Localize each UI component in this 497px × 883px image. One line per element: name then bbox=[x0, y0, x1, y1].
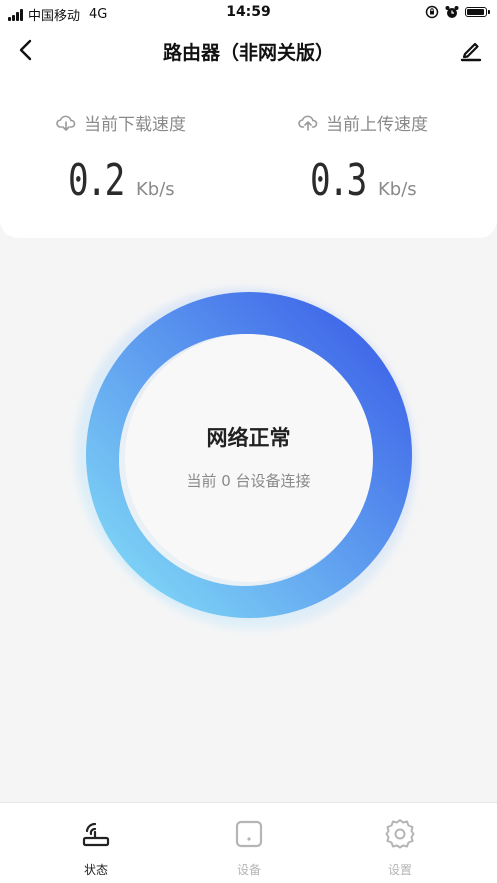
cloud-upload-icon bbox=[298, 115, 318, 131]
header-card: 路由器（非网关版） 当前下载速度 0.2 Kb/s 当前上传速度 0.3 Kb/… bbox=[0, 26, 497, 238]
network-status-area: 网络正常 当前 0 台设备连接 bbox=[0, 238, 497, 802]
tab-status-label: 状态 bbox=[83, 863, 108, 877]
download-speed: 当前下载速度 0.2 Kb/s bbox=[56, 110, 236, 206]
tab-devices-label: 设备 bbox=[236, 863, 261, 877]
status-ring bbox=[75, 288, 416, 630]
status-right bbox=[425, 5, 490, 19]
download-label-row: 当前下载速度 bbox=[56, 110, 236, 135]
connected-devices-text: 当前 0 台设备连接 bbox=[186, 472, 311, 490]
device-icon bbox=[235, 820, 263, 848]
rotation-lock-icon bbox=[425, 5, 439, 19]
pencil-icon bbox=[460, 42, 482, 62]
battery-icon bbox=[465, 7, 490, 17]
alarm-icon bbox=[445, 6, 459, 18]
download-label: 当前下载速度 bbox=[84, 115, 186, 135]
page-title: 路由器（非网关版） bbox=[162, 42, 334, 64]
upload-speed: 当前上传速度 0.3 Kb/s bbox=[298, 110, 478, 206]
status-bar: 中国移动 4G 14:59 bbox=[0, 0, 497, 26]
download-unit: Kb/s bbox=[136, 179, 175, 200]
tab-settings[interactable]: 设置 bbox=[360, 817, 440, 878]
upload-label: 当前上传速度 bbox=[326, 115, 428, 135]
tab-devices[interactable]: 设备 bbox=[209, 817, 289, 878]
upload-value: 0.3 bbox=[310, 155, 367, 206]
upload-value-row: 0.3 Kb/s bbox=[298, 155, 478, 206]
cloud-download-icon bbox=[56, 115, 76, 131]
tab-settings-label: 设置 bbox=[387, 863, 412, 877]
router-icon bbox=[82, 822, 110, 847]
status-time: 14:59 bbox=[226, 4, 271, 20]
tab-bar: 状态 设备 设置 bbox=[0, 802, 497, 883]
upload-label-row: 当前上传速度 bbox=[298, 110, 478, 135]
edit-button[interactable] bbox=[457, 36, 485, 64]
upload-unit: Kb/s bbox=[378, 179, 417, 200]
download-value: 0.2 bbox=[68, 155, 125, 206]
gear-icon bbox=[385, 819, 415, 849]
network-status-text: 网络正常 bbox=[206, 426, 291, 450]
tab-status[interactable]: 状态 bbox=[56, 817, 136, 878]
ring-inner bbox=[125, 334, 373, 582]
download-value-row: 0.2 Kb/s bbox=[56, 155, 236, 206]
